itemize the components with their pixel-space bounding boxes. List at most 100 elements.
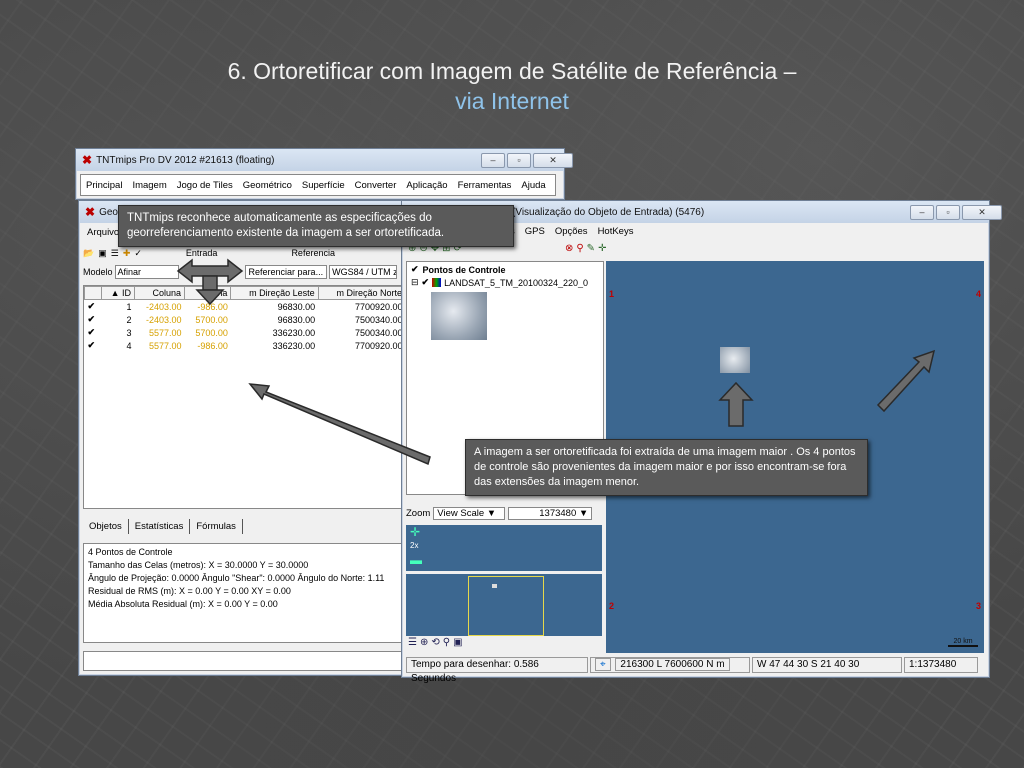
menu-superficie[interactable]: Superfície xyxy=(297,180,350,191)
crosshair-icon: ⌖ xyxy=(595,657,611,671)
tab-estatisticas[interactable]: Estatísticas xyxy=(129,519,191,534)
layer-thumbnail xyxy=(431,292,487,340)
raster-layer-icon xyxy=(432,278,442,287)
modelo-label: Modelo xyxy=(83,267,113,277)
row-checkmark-icon[interactable]: ✔ xyxy=(85,313,102,326)
maximize-button[interactable]: ▫ xyxy=(507,153,531,168)
cell-coluna: 5577.00 xyxy=(148,327,182,338)
column-header-norte[interactable]: m Direção Norte xyxy=(317,286,407,300)
modelo-select[interactable]: Afinar xyxy=(114,265,179,279)
layer-name: Pontos de Controle xyxy=(422,264,506,275)
menu-gps[interactable]: GPS xyxy=(525,226,545,237)
row-checkmark-icon[interactable]: ✔ xyxy=(85,300,102,314)
status-draw-time: Tempo para desenhar: 0.586 Segundos xyxy=(406,656,588,684)
layer-item-landsat[interactable]: ⊟ ✔ LANDSAT_5_TM_20100324_220_0 xyxy=(407,277,603,288)
entrada-label: Entrada xyxy=(185,248,218,258)
table-row[interactable]: ✔ 1 -2403.00 -986.00 96830.00 7700920.00 xyxy=(85,300,406,314)
check-icon[interactable]: ✓ xyxy=(134,248,142,259)
menu-jogo-de-tiles[interactable]: Jogo de Tiles xyxy=(172,180,238,191)
locator-view-icon[interactable]: ▣ xyxy=(453,637,462,648)
zoom-out-icon[interactable]: ▬ xyxy=(410,553,422,567)
minimize-button[interactable]: – xyxy=(481,153,505,168)
stats-line: Residual de RMS (m): X = 0.00 Y = 0.00 X… xyxy=(88,586,291,596)
column-header-id[interactable]: ▲ ID xyxy=(101,286,135,300)
row-checkmark-icon[interactable]: ✔ xyxy=(85,339,102,352)
close-button[interactable]: ✕ xyxy=(962,205,1002,220)
column-header-leste[interactable]: m Direção Leste xyxy=(230,286,319,300)
view-window-title: (Visualização do Objeto de Entrada) (547… xyxy=(512,206,705,218)
cell-norte: 7500340.00 xyxy=(354,327,403,338)
search-icon[interactable]: ⚲ xyxy=(576,243,583,254)
table-row[interactable]: ✔ 3 5577.00 5700.00 336230.00 7500340.00 xyxy=(85,326,406,339)
save-icon[interactable]: ▣ xyxy=(98,248,107,259)
magnify-icon[interactable]: ⚲ xyxy=(443,637,450,648)
add-point-icon[interactable]: ✚ xyxy=(123,248,131,259)
cell-id: 2 xyxy=(126,314,132,325)
menu-converter[interactable]: Converter xyxy=(350,180,402,191)
cell-leste: 96830.00 xyxy=(277,314,316,325)
control-point-marker[interactable]: 3 xyxy=(976,601,981,611)
measure-icon[interactable]: ✎ xyxy=(587,243,595,254)
close-button[interactable]: ✕ xyxy=(533,153,573,168)
small-image-footprint xyxy=(720,347,750,373)
callout-top-text: TNTmips reconhece automaticamente as esp… xyxy=(127,212,445,239)
tab-objetos[interactable]: Objetos xyxy=(83,519,129,534)
view-window-controls: – ▫ ✕ xyxy=(910,205,1002,220)
table-row[interactable]: ✔ 4 5577.00 -986.00 336230.00 7700920.00 xyxy=(85,339,406,352)
cell-norte: 7700920.00 xyxy=(354,301,403,312)
menu-ajuda[interactable]: Ajuda xyxy=(516,180,550,191)
callout-right-text: A imagem a ser ortoretificada foi extraí… xyxy=(474,446,856,488)
cell-leste: 336230.00 xyxy=(272,327,316,338)
menu-aplicacao[interactable]: Aplicação xyxy=(401,180,452,191)
layer-visible-checkbox[interactable]: ✔ xyxy=(411,264,419,275)
scale-bar: 20 km xyxy=(948,638,978,647)
layer-item-control-points[interactable]: ✔ Pontos de Controle xyxy=(407,262,603,277)
zoom-in-icon[interactable]: ✛ xyxy=(410,525,420,539)
menu-hotkeys[interactable]: HotKeys xyxy=(598,226,634,237)
callout-right: A imagem a ser ortoretificada foi extraí… xyxy=(465,439,868,496)
menu-arquivo[interactable]: Arquivo xyxy=(87,227,119,238)
table-row[interactable]: ✔ 2 -2403.00 5700.00 96830.00 7500340.00 xyxy=(85,313,406,326)
menu-imagem[interactable]: Imagem xyxy=(127,180,171,191)
stats-line: Média Absoluta Residual (m): X = 0.00 Y … xyxy=(88,599,278,609)
menu-ferramentas[interactable]: Ferramentas xyxy=(453,180,517,191)
list-icon[interactable]: ☰ xyxy=(111,248,119,259)
geo-tabs: Objetos Estatísticas Fórmulas xyxy=(83,519,243,534)
stop-icon[interactable]: ⊗ xyxy=(565,243,573,254)
gps-icon[interactable]: ✛ xyxy=(598,243,606,254)
slide-title: 6. Ortoretificar com Imagem de Satélite … xyxy=(0,56,1024,116)
control-point-marker[interactable]: 4 xyxy=(976,289,981,299)
rotate-icon[interactable]: ⟲ xyxy=(431,637,439,648)
expand-icon[interactable]: ⊟ xyxy=(411,277,419,288)
status-latlon: W 47 44 30 S 21 40 30 xyxy=(752,656,902,673)
zoom-mode-select[interactable]: View Scale ▼ xyxy=(433,507,506,520)
projection-field[interactable]: WGS84 / UTM zo xyxy=(329,265,398,279)
zoom-icon[interactable]: ⊕ xyxy=(420,637,428,648)
menu-principal[interactable]: Principal xyxy=(81,180,127,191)
tab-formulas[interactable]: Fórmulas xyxy=(190,519,243,534)
control-point-marker[interactable]: 1 xyxy=(609,289,614,299)
layer-name: LANDSAT_5_TM_20100324_220_0 xyxy=(444,277,589,288)
control-point-marker[interactable]: 2 xyxy=(609,601,614,611)
referenciar-para-button[interactable]: Referenciar para... xyxy=(244,265,328,279)
layer-list-icon[interactable]: ☰ xyxy=(408,637,417,648)
zoom-value-field[interactable]: 1373480 ▼ xyxy=(508,507,593,520)
menu-opcoes[interactable]: Opções xyxy=(555,226,588,237)
layer-visible-checkbox[interactable]: ✔ xyxy=(422,277,430,288)
georeference-window: ✖ Georr Arquivo 📂 ▣ ☰ ✚ ✓ Entrada Refere… xyxy=(78,200,410,676)
column-header-coluna[interactable]: Coluna xyxy=(134,286,185,300)
minimize-button[interactable]: – xyxy=(910,205,934,220)
menu-geometrico[interactable]: Geométrico xyxy=(238,180,297,191)
status-coordinates: ⌖ 216300 L 7600600 N m xyxy=(590,656,750,673)
column-header-linha[interactable]: Linha xyxy=(183,286,232,300)
status-scale: 1:1373480 xyxy=(904,656,978,673)
locator-toolbar: ☰ ⊕ ⟲ ⚲ ▣ xyxy=(408,637,463,648)
row-checkmark-icon[interactable]: ✔ xyxy=(85,326,102,339)
check-column-header xyxy=(84,286,102,300)
open-icon[interactable]: 📂 xyxy=(83,248,94,259)
cell-linha: -986.00 xyxy=(197,340,228,351)
maximize-button[interactable]: ▫ xyxy=(936,205,960,220)
geo-toolbar: 📂 ▣ ☰ ✚ ✓ Entrada Referencia xyxy=(83,245,409,261)
stats-line: Tamanho das Celas (metros): X = 30.0000 … xyxy=(88,560,309,570)
zoom-label: Zoom xyxy=(406,508,431,519)
